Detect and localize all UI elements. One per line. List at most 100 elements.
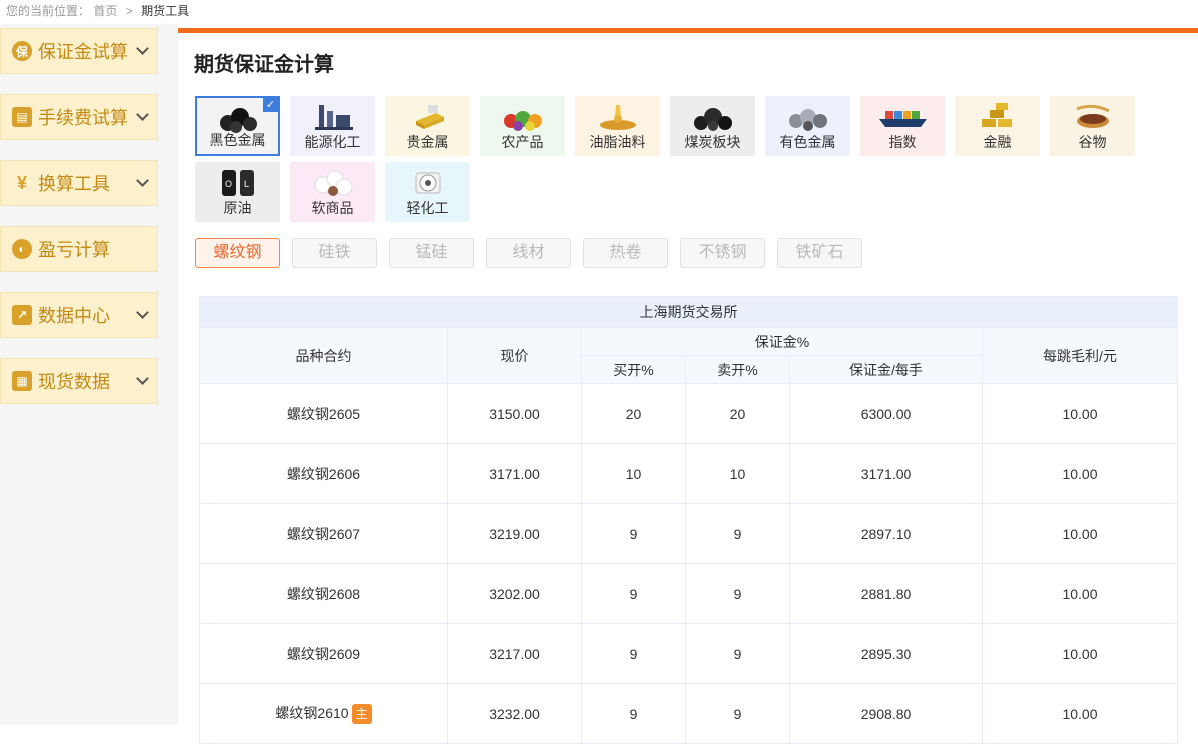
sidebar-item-label: 换算工具 — [38, 174, 110, 194]
sidebar-item-fee-calc[interactable]: ▤ 手续费试算 — [0, 94, 158, 140]
oil-barrel-icon: OL — [195, 166, 280, 198]
subtab-rebar[interactable]: 螺纹钢 — [195, 238, 280, 268]
cell-contract: 螺纹钢2607 — [199, 503, 448, 564]
table-row: 螺纹钢2609 3217.00 9 9 2895.30 10.00 — [199, 623, 1178, 684]
pie-chart-icon: ◐ — [12, 239, 32, 259]
paper-roll-icon — [385, 166, 470, 198]
receipt-icon: ▤ — [12, 107, 32, 127]
category-label: 轻化工 — [406, 200, 449, 216]
category-energy-chemical[interactable]: 能源化工 — [290, 96, 375, 156]
category-label: 软商品 — [311, 200, 354, 216]
check-icon: ✓ — [263, 98, 278, 112]
cell-contract: 螺纹钢2610 主 — [199, 683, 448, 744]
category-black-metal[interactable]: 黑色金属 ✓ — [195, 96, 280, 156]
table-row: 螺纹钢2608 3202.00 9 9 2881.80 10.00 — [199, 563, 1178, 624]
category-coal[interactable]: 煤炭板块 — [670, 96, 755, 156]
coal-icon — [670, 100, 755, 132]
energy-chemical-icon — [290, 100, 375, 132]
cell-buy-open: 9 — [581, 563, 686, 624]
table-row: 螺纹钢2610 主 3232.00 9 9 2908.80 10.00 — [199, 683, 1178, 744]
cell-sell-open: 9 — [685, 623, 790, 684]
svg-text:L: L — [244, 179, 249, 189]
chevron-down-icon — [136, 306, 149, 319]
chevron-down-icon — [136, 108, 149, 121]
header-sell-open: 卖开% — [685, 355, 790, 384]
cargo-ship-icon — [860, 100, 945, 132]
sidebar-item-label: 保证金试算 — [38, 42, 128, 62]
accent-bar — [178, 28, 1198, 33]
category-agricultural[interactable]: 农产品 — [480, 96, 565, 156]
cell-margin-per-lot: 2895.30 — [789, 623, 983, 684]
sidebar-item-label: 手续费试算 — [38, 108, 128, 128]
cell-contract: 螺纹钢2609 — [199, 623, 448, 684]
cell-contract: 螺纹钢2605 — [199, 383, 448, 444]
header-tick-profit: 每跳毛利/元 — [982, 327, 1178, 384]
subtab-hot-rolled-coil[interactable]: 热卷 — [583, 238, 668, 268]
category-index[interactable]: 指数 — [860, 96, 945, 156]
category-label: 金融 — [983, 134, 1012, 150]
document-chart-icon: ▦ — [12, 371, 32, 391]
category-nonferrous-metal[interactable]: 有色金属 — [765, 96, 850, 156]
cell-sell-open: 20 — [685, 383, 790, 444]
cell-price: 3217.00 — [447, 623, 582, 684]
margin-table: 上海期货交易所 品种合约 现价 保证金% 每跳毛利/元 买开% 卖开% 保证金/… — [199, 296, 1178, 744]
sidebar-item-pnl-calc[interactable]: ◐ 盈亏计算 — [0, 226, 158, 272]
sidebar-item-label: 盈亏计算 — [38, 240, 110, 260]
subtab-stainless-steel[interactable]: 不锈钢 — [680, 238, 765, 268]
breadcrumb-prefix: 您的当前位置： — [6, 4, 91, 18]
category-label: 原油 — [223, 200, 252, 216]
breadcrumb-separator: > — [125, 4, 133, 18]
header-contract: 品种合约 — [199, 327, 448, 384]
sidebar-item-margin-calc[interactable]: 保 保证金试算 — [0, 28, 158, 74]
category-precious-metal[interactable]: 贵金属 — [385, 96, 470, 156]
cell-buy-open: 20 — [581, 383, 686, 444]
header-price: 现价 — [447, 327, 582, 384]
cell-buy-open: 10 — [581, 443, 686, 504]
category-label: 煤炭板块 — [684, 134, 741, 150]
category-grain[interactable]: 谷物 — [1050, 96, 1135, 156]
subtab-wire-rod[interactable]: 线材 — [486, 238, 571, 268]
cell-price: 3232.00 — [447, 683, 582, 744]
cell-tick-profit: 10.00 — [982, 383, 1178, 444]
subtab-iron-ore[interactable]: 铁矿石 — [777, 238, 862, 268]
sidebar-item-spot-data[interactable]: ▦ 现货数据 — [0, 358, 158, 404]
cell-buy-open: 9 — [581, 503, 686, 564]
sidebar-item-label: 现货数据 — [38, 372, 110, 392]
svg-text:O: O — [225, 179, 232, 189]
table-row: 螺纹钢2605 3150.00 20 20 6300.00 10.00 — [199, 383, 1178, 444]
category-label: 油脂油料 — [589, 134, 646, 150]
breadcrumb-current: 期货工具 — [141, 4, 190, 18]
subtab-silicomanganese[interactable]: 锰硅 — [389, 238, 474, 268]
category-crude-oil[interactable]: OL 原油 — [195, 162, 280, 222]
subtab-ferrosilicon[interactable]: 硅铁 — [292, 238, 377, 268]
category-label: 有色金属 — [779, 134, 836, 150]
nonferrous-metal-icon — [765, 100, 850, 132]
cell-margin-per-lot: 3171.00 — [789, 443, 983, 504]
table-row: 螺纹钢2607 3219.00 9 9 2897.10 10.00 — [199, 503, 1178, 564]
category-finance[interactable]: 金融 — [955, 96, 1040, 156]
cell-price: 3202.00 — [447, 563, 582, 624]
category-oils-oilseeds[interactable]: 油脂油料 — [575, 96, 660, 156]
cell-sell-open: 10 — [685, 443, 790, 504]
header-margin-per-lot: 保证金/每手 — [789, 355, 983, 384]
category-label: 指数 — [888, 134, 917, 150]
chevron-down-icon — [136, 372, 149, 385]
sidebar-item-conversion-tools[interactable]: ¥ 换算工具 — [0, 160, 158, 206]
sidebar-item-data-center[interactable]: ↗ 数据中心 — [0, 292, 158, 338]
vegetables-icon — [480, 100, 565, 132]
oil-seeds-icon — [575, 100, 660, 132]
cell-tick-profit: 10.00 — [982, 683, 1178, 744]
category-label: 贵金属 — [406, 134, 449, 150]
cell-price: 3219.00 — [447, 503, 582, 564]
cell-margin-per-lot: 2897.10 — [789, 503, 983, 564]
cell-price: 3150.00 — [447, 383, 582, 444]
cell-tick-profit: 10.00 — [982, 503, 1178, 564]
category-label: 谷物 — [1078, 134, 1107, 150]
category-label: 黑色金属 — [209, 132, 266, 148]
category-soft-commodities[interactable]: 软商品 — [290, 162, 375, 222]
category-light-chemical[interactable]: 轻化工 — [385, 162, 470, 222]
breadcrumb-home-link[interactable]: 首页 — [93, 4, 117, 18]
contract-name: 螺纹钢2610 — [275, 704, 349, 721]
shield-icon: 保 — [12, 41, 32, 61]
cell-buy-open: 9 — [581, 683, 686, 744]
